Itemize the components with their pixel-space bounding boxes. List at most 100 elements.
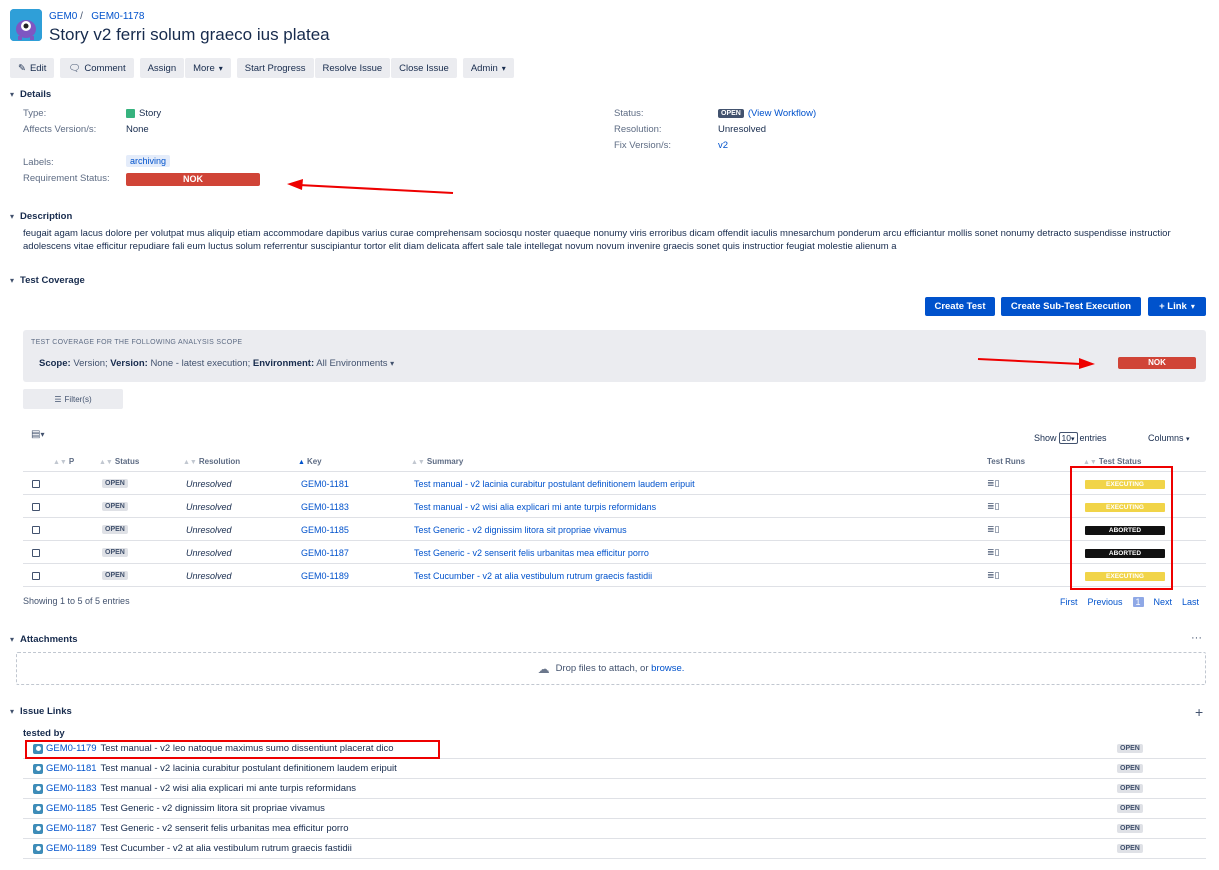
breadcrumb-issue-key[interactable]: GEM0-1178 [91, 11, 144, 22]
pager-first[interactable]: First [1060, 597, 1078, 607]
scope-line[interactable]: Scope: Version; Version: None - latest e… [39, 358, 394, 369]
more-button[interactable]: More ▾ [185, 58, 231, 78]
comment-button[interactable]: 🗨 Comment [60, 58, 134, 78]
row-summary-link[interactable]: Test Generic - v2 senserit felis urbanit… [414, 548, 649, 558]
issue-link-row[interactable]: GEM0-1189 Test Cucumber - v2 at alia ves… [23, 839, 1206, 859]
fix-version-label: Fix Version/s: [614, 140, 672, 151]
issue-link-key[interactable]: GEM0-1187 [46, 823, 97, 834]
issue-link-summary: Test Cucumber - v2 at alia vestibulum ru… [100, 843, 352, 854]
project-avatar[interactable] [10, 9, 42, 41]
test-runs-icon[interactable]: ≣▯ [987, 570, 1000, 581]
col-header-key[interactable]: ▲ Key [298, 457, 322, 466]
row-checkbox[interactable] [32, 572, 40, 580]
issue-link-row[interactable]: GEM0-1183 Test manual - v2 wisi alia exp… [23, 779, 1206, 799]
attachment-dropzone[interactable]: ☁ Drop files to attach, or browse. [16, 652, 1206, 685]
test-runs-icon[interactable]: ≣▯ [987, 501, 1000, 512]
test-runs-icon[interactable]: ≣▯ [987, 524, 1000, 535]
row-summary-link[interactable]: Test manual - v2 lacinia curabitur postu… [414, 479, 695, 489]
row-status-lozenge: OPEN [102, 502, 128, 511]
add-link-button[interactable]: + [1195, 704, 1203, 720]
issue-link-summary: Test manual - v2 wisi alia explicari mi … [100, 783, 357, 794]
row-summary-link[interactable]: Test manual - v2 wisi alia explicari mi … [414, 502, 656, 512]
issue-link-key[interactable]: GEM0-1181 [46, 763, 97, 774]
status-value: OPEN (View Workflow) [718, 108, 816, 119]
view-workflow-link[interactable]: (View Workflow) [748, 108, 816, 119]
type-value: Story [126, 108, 161, 119]
assign-button[interactable]: Assign [139, 58, 185, 78]
pager-last[interactable]: Last [1182, 597, 1199, 607]
row-key-link[interactable]: GEM0-1187 [301, 548, 349, 558]
close-issue-button[interactable]: Close Issue [391, 58, 457, 78]
attachments-heading: Attachments [20, 634, 78, 645]
row-checkbox[interactable] [32, 549, 40, 557]
issue-link-key[interactable]: GEM0-1185 [46, 803, 97, 814]
filter-label: Filter(s) [64, 394, 92, 404]
type-label: Type: [23, 108, 47, 119]
table-view-toggle[interactable]: ▤▾ [31, 429, 44, 440]
link-button[interactable]: + Link ▾ [1148, 297, 1206, 316]
label-tag[interactable]: archiving [126, 155, 171, 167]
columns-button[interactable]: Columns ▾ [1148, 433, 1190, 443]
resolve-issue-button[interactable]: Resolve Issue [314, 58, 391, 78]
page-size-select[interactable]: 10▾ [1058, 432, 1078, 444]
issue-links-toggle[interactable]: ▾ Issue Links [10, 706, 72, 717]
issue-link-summary: Test Generic - v2 senserit felis urbanit… [100, 823, 349, 834]
row-key-link[interactable]: GEM0-1181 [301, 479, 349, 489]
row-status-lozenge: OPEN [102, 571, 128, 580]
admin-button[interactable]: Admin ▾ [462, 58, 514, 78]
page-size-control: Show 10▾ entries [1034, 432, 1107, 444]
pager-next[interactable]: Next [1154, 597, 1173, 607]
fix-version-link[interactable]: v2 [718, 140, 728, 151]
row-key-link[interactable]: GEM0-1183 [301, 502, 349, 512]
test-runs-icon[interactable]: ≣▯ [987, 478, 1000, 489]
breadcrumb-project[interactable]: GEM0 [49, 11, 77, 22]
test-coverage-toggle[interactable]: ▾ Test Coverage [10, 275, 85, 286]
table-row-divider [23, 494, 1206, 495]
col-header-test-status[interactable]: ▲▼ Test Status [1083, 457, 1141, 466]
type-text: Story [139, 108, 162, 119]
attachments-toggle[interactable]: ▾ Attachments [10, 634, 78, 645]
description-heading: Description [20, 211, 73, 222]
row-resolution: Unresolved [186, 571, 232, 581]
issue-link-status: OPEN [1117, 744, 1143, 753]
browse-link[interactable]: browse. [651, 663, 684, 674]
row-key-link[interactable]: GEM0-1185 [301, 525, 349, 535]
attachments-more-button[interactable]: ··· [1191, 632, 1202, 644]
create-sub-test-execution-button[interactable]: Create Sub-Test Execution [1001, 297, 1141, 316]
col-header-resolution[interactable]: ▲▼ Resolution [183, 457, 240, 466]
row-checkbox[interactable] [32, 503, 40, 511]
pagination: First Previous 1 Next Last [1060, 597, 1199, 607]
issue-link-row[interactable]: GEM0-1185 Test Generic - v2 dignissim li… [23, 799, 1206, 819]
issue-link-row[interactable]: GEM0-1187 Test Generic - v2 senserit fel… [23, 819, 1206, 839]
row-checkbox[interactable] [32, 526, 40, 534]
table-divider [23, 471, 1206, 472]
create-test-button[interactable]: Create Test [925, 297, 995, 316]
table-row-divider [23, 540, 1206, 541]
col-header-summary[interactable]: ▲▼ Summary [411, 457, 463, 466]
row-key-link[interactable]: GEM0-1189 [301, 571, 349, 581]
sort-icon: ▲▼ [183, 459, 197, 466]
row-summary-link[interactable]: Test Cucumber - v2 at alia vestibulum ru… [414, 571, 652, 581]
details-toggle[interactable]: ▾ Details [10, 89, 51, 100]
row-checkbox[interactable] [32, 480, 40, 488]
test-runs-icon[interactable]: ≣▯ [987, 547, 1000, 558]
issue-link-key[interactable]: GEM0-1189 [46, 843, 97, 854]
pager-current[interactable]: 1 [1132, 597, 1144, 607]
start-progress-button[interactable]: Start Progress [236, 58, 314, 78]
col-header-p[interactable]: ▲▼ P [53, 457, 74, 466]
edit-button[interactable]: ✎ Edit [10, 58, 55, 78]
issue-links-heading: Issue Links [20, 706, 72, 717]
row-status-lozenge: OPEN [102, 479, 128, 488]
pager-previous[interactable]: Previous [1088, 597, 1123, 607]
issue-link-status: OPEN [1117, 784, 1143, 793]
sort-icon: ▲▼ [1083, 459, 1097, 466]
description-toggle[interactable]: ▾ Description [10, 211, 72, 222]
issue-link-row[interactable]: GEM0-1181 Test manual - v2 lacinia curab… [23, 759, 1206, 779]
annotation-arrow-icon [977, 358, 1095, 369]
col-header-status[interactable]: ▲▼ Status [99, 457, 139, 466]
row-summary-link[interactable]: Test Generic - v2 dignissim litora sit p… [414, 525, 627, 535]
issue-link-key[interactable]: GEM0-1183 [46, 783, 97, 794]
filter-button[interactable]: ☰ Filter(s) [23, 389, 123, 409]
breadcrumb-separator: / [80, 11, 83, 22]
col-header-test-runs: Test Runs [987, 457, 1026, 466]
